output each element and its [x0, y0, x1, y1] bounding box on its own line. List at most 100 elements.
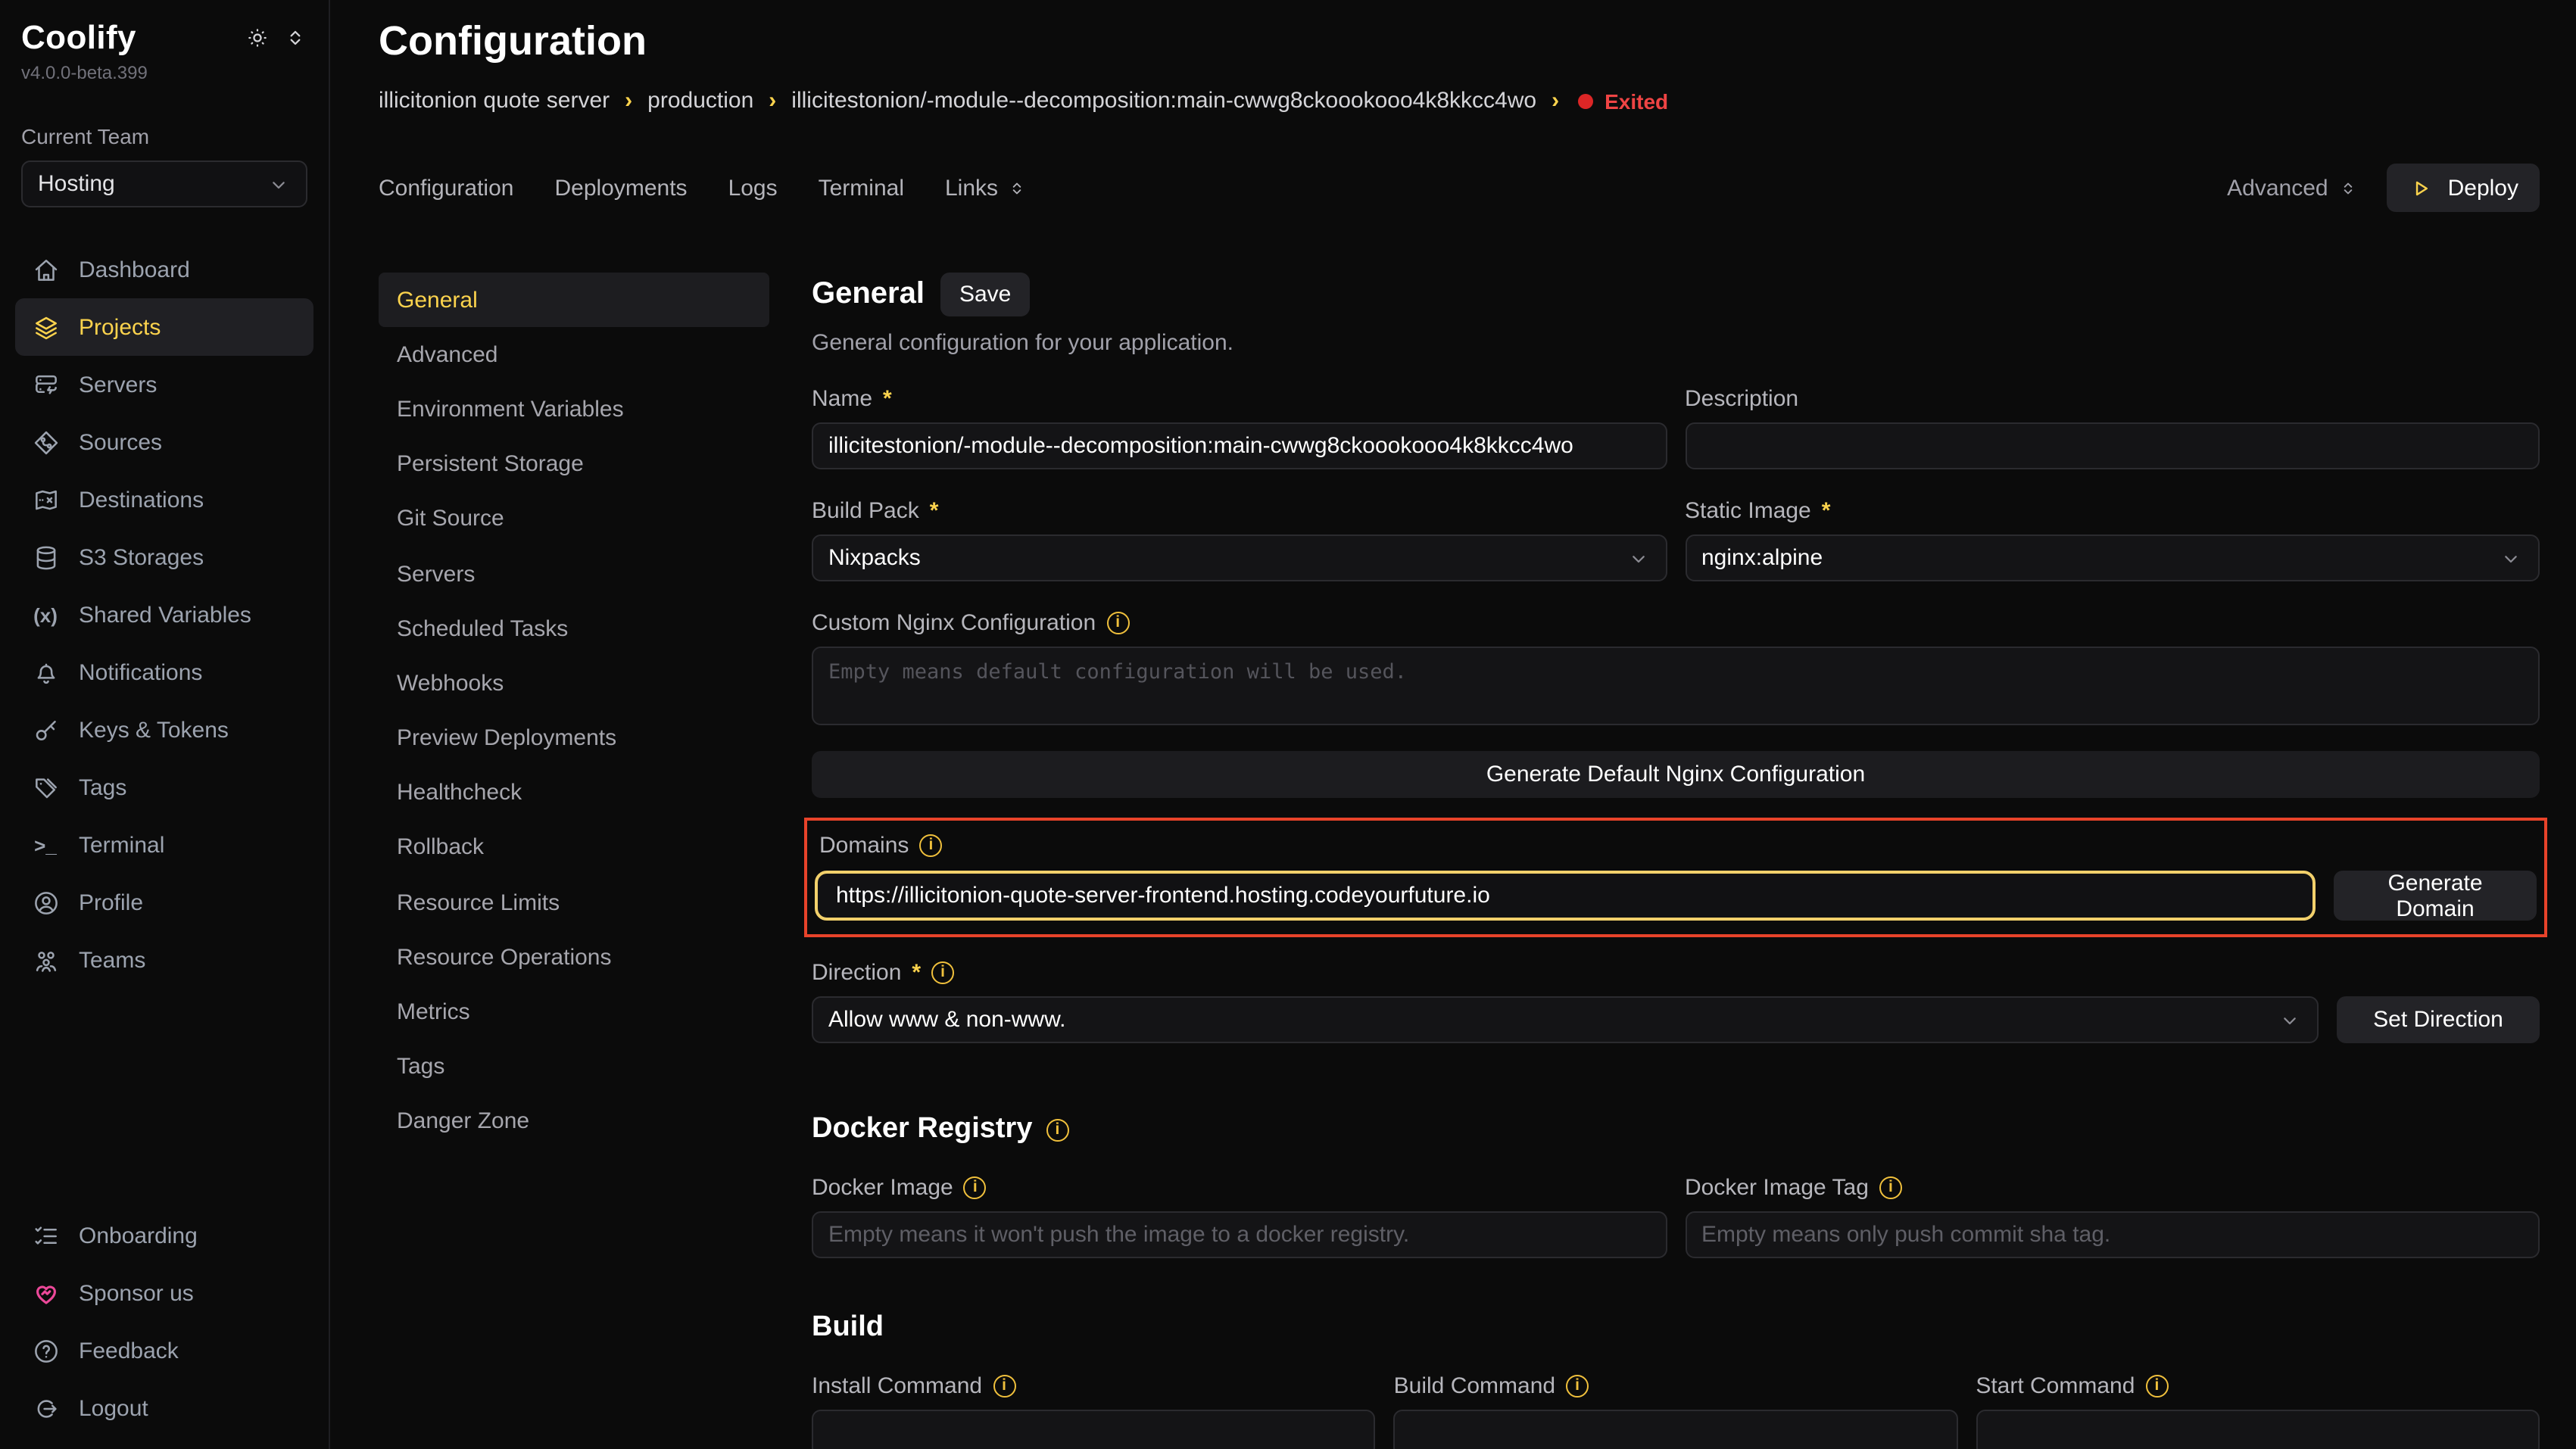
subnav-servers[interactable]: Servers	[379, 547, 769, 601]
sidebar-item-destinations[interactable]: Destinations	[15, 471, 313, 528]
install-command-input[interactable]	[812, 1410, 1376, 1449]
subnav-environment-variables[interactable]: Environment Variables	[379, 382, 769, 437]
team-select[interactable]: Hosting	[21, 160, 307, 207]
sidebar-item-teams[interactable]: Teams	[15, 931, 313, 989]
sidebar-item-logout[interactable]: Logout	[15, 1379, 313, 1437]
direction-select[interactable]: Allow www & non-www.	[812, 996, 2319, 1043]
theme-sun-icon[interactable]	[245, 26, 270, 50]
subnav-tags[interactable]: Tags	[379, 1039, 769, 1094]
build-pack-value: Nixpacks	[828, 545, 921, 571]
subnav-general[interactable]: General	[379, 273, 769, 327]
subnav-resource-limits[interactable]: Resource Limits	[379, 875, 769, 930]
build-command-label: Build Command i	[1394, 1373, 1958, 1399]
sidebar-nav: Dashboard Projects Servers Sources Desti…	[0, 241, 329, 1449]
sidebar-item-sponsor-us[interactable]: Sponsor us	[15, 1264, 313, 1322]
status-text: Exited	[1605, 89, 1668, 113]
tabs-bar: Configuration Deployments Logs Terminal …	[330, 164, 2576, 212]
tab-logs[interactable]: Logs	[728, 175, 778, 201]
subnav-resource-operations[interactable]: Resource Operations	[379, 930, 769, 985]
sidebar-item-dashboard[interactable]: Dashboard	[15, 241, 313, 298]
chevron-down-icon	[2499, 546, 2523, 570]
sidebar-item-feedback[interactable]: Feedback	[15, 1322, 313, 1379]
heart-icon	[30, 1279, 61, 1307]
sidebar-item-projects[interactable]: Projects	[15, 298, 313, 356]
logout-icon	[30, 1394, 61, 1423]
key-icon	[30, 715, 61, 744]
build-pack-select[interactable]: Nixpacks	[812, 534, 1667, 581]
sidebar-item-label: Teams	[79, 947, 145, 973]
build-command-input[interactable]	[1394, 1410, 1958, 1449]
deploy-button-label: Deploy	[2448, 175, 2518, 201]
info-icon: i	[1046, 1118, 1068, 1141]
subnav-danger-zone[interactable]: Danger Zone	[379, 1095, 769, 1149]
domains-highlight-block: Domains i Generate Domain	[804, 818, 2547, 937]
docker-image-tag-input[interactable]	[1685, 1211, 2540, 1258]
deploy-button[interactable]: Deploy	[2387, 164, 2540, 212]
sidebar-item-sources[interactable]: Sources	[15, 413, 313, 471]
breadcrumb-separator-icon: ›	[625, 88, 632, 114]
sidebar-item-s3-storages[interactable]: S3 Storages	[15, 528, 313, 586]
docker-registry-heading: Docker Registry i	[812, 1113, 2540, 1146]
subnav-preview-deployments[interactable]: Preview Deployments	[379, 711, 769, 765]
updown-chevron-icon	[2339, 178, 2359, 198]
chevron-down-icon	[2278, 1008, 2302, 1032]
advanced-dropdown-label: Advanced	[2227, 175, 2328, 201]
home-icon	[30, 255, 61, 284]
breadcrumb-environment[interactable]: production	[647, 88, 753, 114]
terminal-icon: >_	[30, 834, 61, 856]
description-input[interactable]	[1685, 422, 2540, 469]
breadcrumb-project[interactable]: illicitonion quote server	[379, 88, 610, 114]
subnav-advanced[interactable]: Advanced	[379, 327, 769, 382]
general-settings-form: General Save General configuration for y…	[812, 273, 2540, 1449]
generate-nginx-config-button[interactable]: Generate Default Nginx Configuration	[812, 751, 2540, 798]
set-direction-button[interactable]: Set Direction	[2337, 996, 2540, 1043]
sidebar-item-servers[interactable]: Servers	[15, 356, 313, 413]
main-area: Configuration illicitonion quote server …	[330, 0, 2576, 1449]
breadcrumb-separator-icon: ›	[769, 88, 776, 114]
tab-terminal[interactable]: Terminal	[819, 175, 904, 201]
start-command-input[interactable]	[1976, 1410, 2540, 1449]
docker-image-input[interactable]	[812, 1211, 1667, 1258]
subnav-git-source[interactable]: Git Source	[379, 492, 769, 547]
subnav-scheduled-tasks[interactable]: Scheduled Tasks	[379, 601, 769, 656]
sidebar-item-shared-variables[interactable]: (x) Shared Variables	[15, 586, 313, 643]
tab-links[interactable]: Links	[945, 175, 1027, 201]
updown-chevron-icon[interactable]	[283, 26, 307, 50]
status-badge: Exited	[1577, 89, 1668, 113]
sidebar-item-label: Onboarding	[79, 1223, 198, 1248]
settings-subnav: General Advanced Environment Variables P…	[379, 273, 769, 1449]
info-icon: i	[919, 834, 942, 857]
domains-label: Domains i	[819, 833, 2537, 858]
git-source-icon	[30, 428, 61, 457]
sidebar-item-profile[interactable]: Profile	[15, 874, 313, 931]
chevron-down-icon	[1626, 546, 1650, 570]
breadcrumb-application[interactable]: illicitestonion/-module--decomposition:m…	[791, 88, 1536, 114]
subnav-persistent-storage[interactable]: Persistent Storage	[379, 437, 769, 491]
subnav-webhooks[interactable]: Webhooks	[379, 656, 769, 711]
custom-nginx-label: Custom Nginx Configuration i	[812, 610, 2540, 636]
sidebar-item-label: Profile	[79, 890, 143, 915]
custom-nginx-textarea[interactable]	[812, 647, 2540, 725]
subnav-metrics[interactable]: Metrics	[379, 985, 769, 1039]
subnav-healthcheck[interactable]: Healthcheck	[379, 765, 769, 820]
subnav-rollback[interactable]: Rollback	[379, 821, 769, 875]
sidebar-item-tags[interactable]: Tags	[15, 759, 313, 816]
static-image-select[interactable]: nginx:alpine	[1685, 534, 2540, 581]
breadcrumb-separator-icon: ›	[1552, 88, 1559, 114]
save-button[interactable]: Save	[941, 273, 1029, 316]
domains-input[interactable]	[815, 871, 2316, 921]
sidebar-item-label: Keys & Tokens	[79, 717, 229, 743]
sidebar: Coolify v4.0.0-beta.399 Current Team Hos…	[0, 0, 330, 1449]
chevron-down-icon	[267, 172, 291, 196]
sidebar-item-onboarding[interactable]: Onboarding	[15, 1207, 313, 1264]
tab-configuration[interactable]: Configuration	[379, 175, 513, 201]
sidebar-item-notifications[interactable]: Notifications	[15, 643, 313, 701]
current-team-label: Current Team	[21, 124, 307, 148]
sidebar-item-terminal[interactable]: >_ Terminal	[15, 816, 313, 874]
advanced-dropdown[interactable]: Advanced	[2227, 175, 2358, 201]
generate-domain-button[interactable]: Generate Domain	[2334, 871, 2537, 921]
tab-deployments[interactable]: Deployments	[554, 175, 687, 201]
bell-icon	[30, 658, 61, 687]
sidebar-item-keys-tokens[interactable]: Keys & Tokens	[15, 701, 313, 759]
name-input[interactable]	[812, 422, 1667, 469]
